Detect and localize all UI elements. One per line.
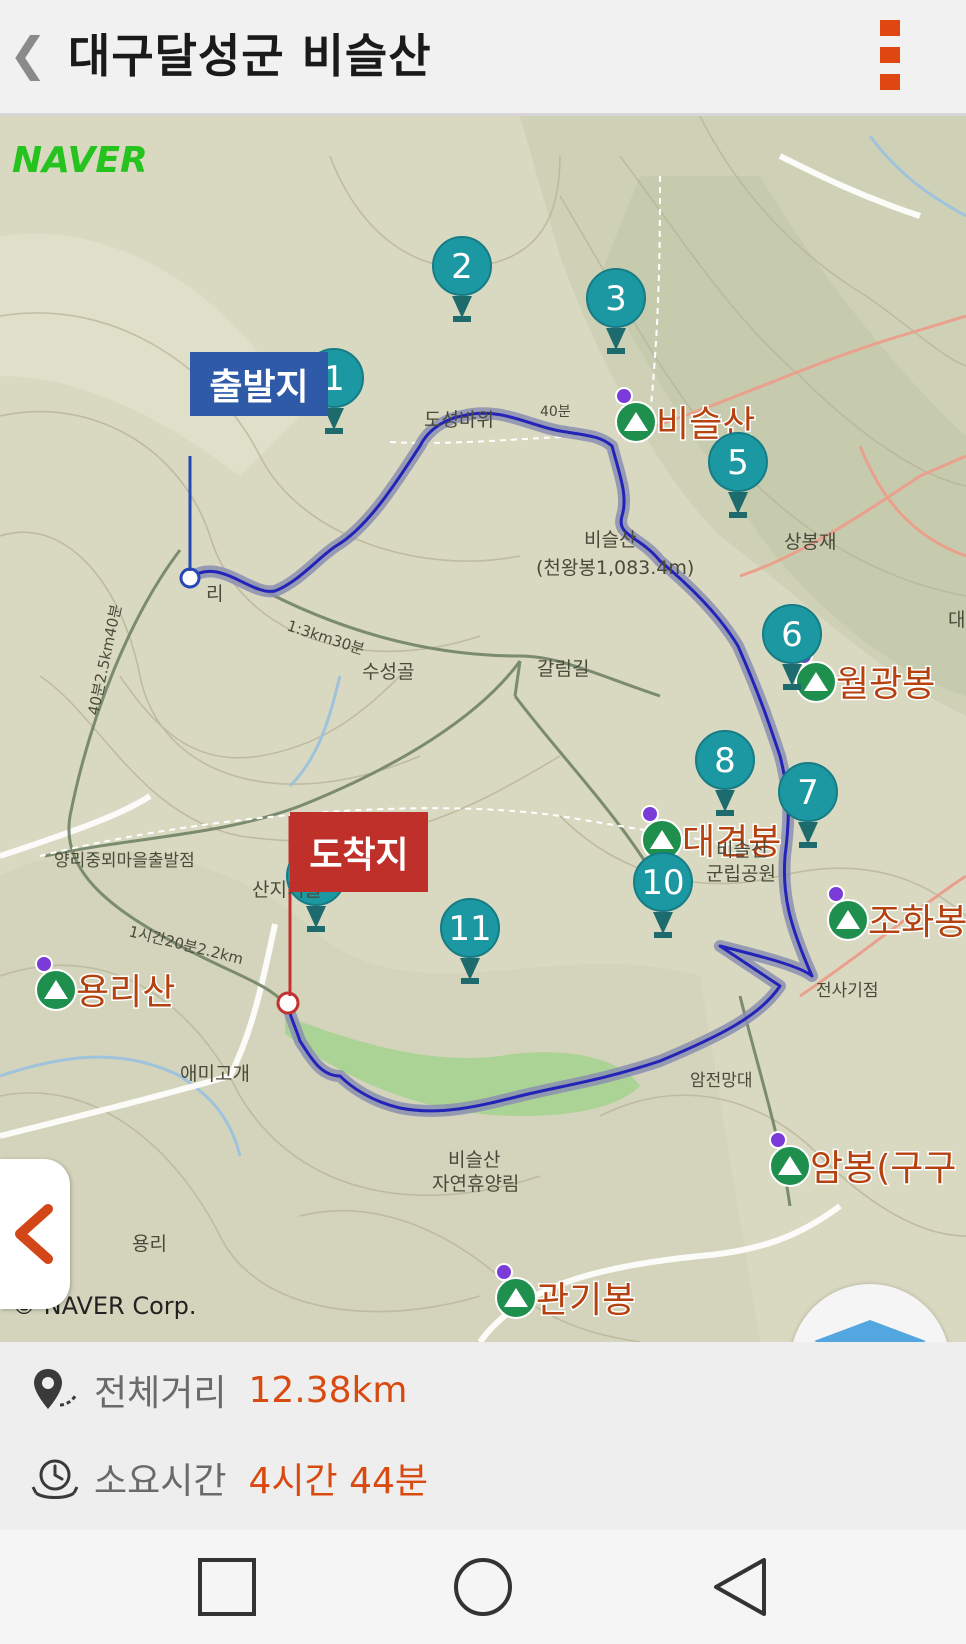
start-label: 출발지 [209, 367, 309, 408]
circle-icon [454, 1558, 512, 1616]
map-label: 전사기점 [816, 981, 879, 1001]
map-label: 40분 [540, 404, 571, 420]
waypoint-label: 6 [781, 615, 803, 655]
map-label: 리 [206, 583, 223, 605]
waypoint-label: 11 [448, 909, 491, 949]
map-label: 양리중뫼마을출발점 [54, 851, 195, 871]
map-label: 애미고개 [180, 1063, 250, 1085]
square-icon [198, 1558, 256, 1616]
peak-label: 관기봉 [536, 1280, 635, 1321]
peak-label: 용리산 [76, 972, 175, 1013]
map-label: 비슬산 [448, 1149, 500, 1171]
distance-row: 전체거리 12.38km [30, 1362, 407, 1418]
menu-button[interactable] [876, 18, 904, 92]
map-label: 대 [948, 609, 965, 631]
start-flag: 출발지 [190, 352, 328, 416]
home-button[interactable] [448, 1552, 518, 1622]
waypoint-label: 10 [641, 863, 684, 903]
app-header: ❮ 대구달성군 비슬산 [0, 0, 966, 116]
map-label: 도성바위 [424, 409, 494, 431]
waypoint-label: 8 [714, 741, 736, 781]
map-canvas: 비슬산월광봉대견봉조화봉용리산관기봉암봉(구구 1235678101112 도성… [0, 116, 966, 1342]
map-view[interactable]: 비슬산월광봉대견봉조화봉용리산관기봉암봉(구구 1235678101112 도성… [0, 116, 966, 1342]
location-pin-icon [34, 1369, 78, 1409]
end-label: 도착지 [309, 835, 409, 876]
map-label: 자연휴양림 [432, 1173, 519, 1195]
waypoint-label: 7 [797, 773, 819, 813]
map-label: 군립공원 [706, 863, 776, 885]
map-label: 용리 [132, 1233, 167, 1255]
map-label: 상봉재 [784, 531, 836, 553]
waypoint-label: 3 [605, 279, 627, 319]
distance-value: 12.38km [248, 1369, 408, 1411]
end-flag: 도착지 [290, 812, 428, 892]
time-label: 소요시간 [94, 1461, 227, 1502]
chevron-left-icon [15, 1204, 53, 1264]
menu-dot [880, 74, 900, 90]
peak-label: 암봉(구구 [810, 1148, 957, 1189]
triangle-back-icon [714, 1558, 766, 1616]
waypoint-label: 2 [451, 247, 473, 287]
layers-icon [814, 1320, 926, 1342]
route-summary: 전체거리 12.38km 소요시간 4시간 44분 [0, 1342, 966, 1530]
map-label: 갈림길 [537, 658, 589, 680]
side-panel-toggle[interactable] [0, 1159, 70, 1309]
map-label: 수성골 [362, 661, 414, 683]
layers-button[interactable] [790, 1284, 950, 1342]
clock-icon [31, 1459, 79, 1499]
naver-logo: NAVER [12, 140, 148, 181]
map-label: 비슬산 [584, 529, 636, 551]
menu-dot [880, 47, 900, 63]
time-row: 소요시간 4시간 44분 [30, 1450, 428, 1506]
chevron-left-icon: ❮ [8, 27, 48, 81]
back-button[interactable]: ❮ [8, 24, 48, 84]
peak-label: 조화봉 [868, 902, 966, 943]
vertical-menu-icon [880, 20, 900, 36]
map-label: 암전망대 [690, 1071, 753, 1091]
system-back-button[interactable] [706, 1552, 776, 1622]
page-title: 대구달성군 비슬산 [68, 29, 432, 83]
distance-label: 전체거리 [94, 1373, 227, 1414]
recents-button[interactable] [192, 1552, 262, 1622]
map-label: (천왕봉1,083.4m) [536, 557, 694, 579]
peak-label: 월광봉 [836, 664, 935, 705]
time-value: 4시간 44분 [248, 1461, 429, 1502]
system-nav-bar [0, 1530, 966, 1644]
waypoint-label: 5 [727, 443, 749, 483]
map-label: 비슬산 [716, 839, 768, 861]
